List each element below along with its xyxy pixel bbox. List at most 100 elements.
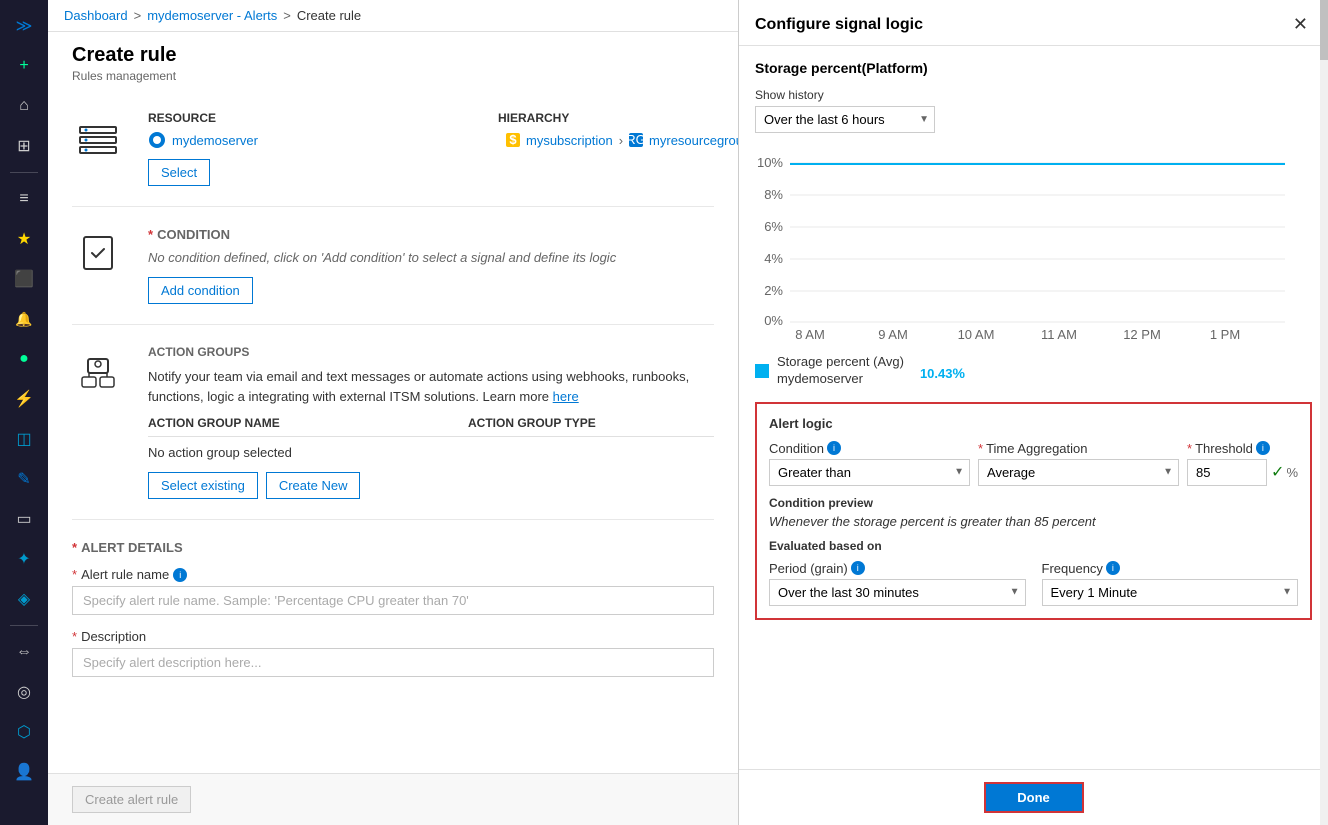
close-signal-panel-button[interactable]: ✕ xyxy=(1289,14,1312,35)
plus-icon[interactable]: + xyxy=(6,48,42,84)
resourcegroup-icon: RG xyxy=(629,133,643,147)
period-select-wrapper: Over the last 30 minutes Over the last 1… xyxy=(769,579,1026,606)
threshold-info-icon[interactable]: i xyxy=(1256,441,1270,455)
breadcrumb-dashboard[interactable]: Dashboard xyxy=(64,8,128,23)
subscription-icon: $ xyxy=(506,133,520,147)
resource-icon-container xyxy=(72,111,124,163)
time-aggregation-select[interactable]: Average Minimum Maximum xyxy=(978,459,1179,486)
alert-description-input[interactable] xyxy=(72,648,714,677)
scrollbar-thumb[interactable] xyxy=(1320,0,1328,60)
alert-description-group: * Description xyxy=(72,629,714,677)
action-icon xyxy=(74,347,122,395)
hier-sep-1: › xyxy=(619,133,623,148)
svg-text:8 AM: 8 AM xyxy=(795,327,825,342)
condition-preview-label: Condition preview xyxy=(769,496,1298,510)
frequency-select[interactable]: Every 1 Minute Every 5 Minutes Every 15 … xyxy=(1042,579,1299,606)
pencil-icon[interactable]: ✎ xyxy=(6,461,42,497)
add-condition-button[interactable]: Add condition xyxy=(148,277,253,304)
action-groups-section: ACTION GROUPS Notify your team via email… xyxy=(72,325,714,520)
svg-text:12 PM: 12 PM xyxy=(1123,327,1161,342)
period-select[interactable]: Over the last 30 minutes Over the last 1… xyxy=(769,579,1026,606)
expand-icon[interactable]: ≫ xyxy=(6,8,42,44)
resource-section: RESOURCE HIERARCHY mydemoserver xyxy=(72,91,714,207)
period-info-icon[interactable]: i xyxy=(851,561,865,575)
legend-text: Storage percent (Avg) mydemoserver xyxy=(777,354,904,388)
page-subtitle: Rules management xyxy=(72,69,714,83)
frequency-label: Frequency i xyxy=(1042,561,1299,576)
apps-icon[interactable]: ⬛ xyxy=(6,261,42,297)
condition-select[interactable]: Greater than Less than Equal to xyxy=(769,459,970,486)
create-alert-rule-button[interactable]: Create alert rule xyxy=(72,786,191,813)
resource-col-header: RESOURCE xyxy=(148,111,498,125)
breadcrumb-alerts[interactable]: mydemoserver - Alerts xyxy=(147,8,277,23)
db-icon[interactable]: ◫ xyxy=(6,421,42,457)
select-existing-button[interactable]: Select existing xyxy=(148,472,258,499)
alert-name-input[interactable] xyxy=(72,586,714,615)
condition-preview-text: Whenever the storage percent is greater … xyxy=(769,514,1298,529)
arrows-icon[interactable]: ⇔ xyxy=(6,634,42,670)
action-title: ACTION GROUPS xyxy=(148,345,714,359)
resource-header: RESOURCE HIERARCHY xyxy=(148,111,738,125)
time-aggregation-field: * Time Aggregation Average Minimum Maxim… xyxy=(978,441,1179,486)
monitor-icon[interactable]: ▭ xyxy=(6,501,42,537)
svg-text:2%: 2% xyxy=(764,283,783,298)
no-action-text: No action group selected xyxy=(148,445,714,460)
scrollbar-track[interactable] xyxy=(1320,0,1328,825)
show-history-select[interactable]: Over the last 6 hours xyxy=(755,106,935,133)
signal-chart: 10% 8% 6% 4% 2% 0% 8 AM xyxy=(755,147,1295,347)
threshold-unit: % xyxy=(1286,465,1298,480)
chart-area: 10% 8% 6% 4% 2% 0% 8 AM xyxy=(755,147,1312,388)
show-history-label: Show history xyxy=(755,88,1312,102)
resource-hierarchy: $ mysubscription › RG myresourcegroup xyxy=(506,133,738,148)
svg-text:10 AM: 10 AM xyxy=(958,327,995,342)
svg-text:6%: 6% xyxy=(764,219,783,234)
time-agg-select-wrapper: Average Minimum Maximum ▼ xyxy=(978,459,1179,486)
action-col-type: ACTION GROUP TYPE xyxy=(468,416,596,430)
period-row: Period (grain) i Over the last 30 minute… xyxy=(769,561,1298,606)
lightning-icon[interactable]: ⚡ xyxy=(6,381,42,417)
signal-panel-title: Configure signal logic xyxy=(755,16,923,34)
threshold-field: * Threshold i ✓ % xyxy=(1187,441,1298,486)
bell-icon[interactable]: 🔔 xyxy=(6,301,42,337)
puzzle-icon[interactable]: ✦ xyxy=(6,541,42,577)
svg-text:10%: 10% xyxy=(757,155,783,170)
learn-more-link[interactable]: here xyxy=(553,389,579,404)
breadcrumb-sep-2: > xyxy=(283,8,291,23)
action-table-header: ACTION GROUP NAME ACTION GROUP TYPE xyxy=(148,416,714,437)
alert-logic-section: Alert logic Condition i Greater than Les… xyxy=(755,402,1312,620)
home-icon[interactable]: ⌂ xyxy=(6,88,42,124)
menu-icon[interactable]: ≡ xyxy=(6,181,42,217)
done-button[interactable]: Done xyxy=(984,782,1084,813)
grid-icon[interactable]: ⊞ xyxy=(6,128,42,164)
threshold-input[interactable] xyxy=(1187,459,1267,486)
signal-name: Storage percent(Platform) xyxy=(755,60,1312,76)
circle-dot-icon[interactable]: ◎ xyxy=(6,674,42,710)
resourcegroup-name: myresourcegroup xyxy=(649,133,738,148)
threshold-check-icon: ✓ xyxy=(1271,462,1284,482)
subscription-name: mysubscription xyxy=(526,133,613,148)
condition-preview: Condition preview Whenever the storage p… xyxy=(769,496,1298,529)
hexagon-icon[interactable]: ⬡ xyxy=(6,714,42,750)
select-resource-button[interactable]: Select xyxy=(148,159,210,186)
page-footer: Create alert rule xyxy=(48,773,738,825)
condition-icon-container xyxy=(72,227,124,279)
condition-icon xyxy=(74,229,122,277)
page-header: Create rule Rules management xyxy=(48,32,738,91)
resource-body: RESOURCE HIERARCHY mydemoserver xyxy=(148,111,738,186)
alert-logic-title: Alert logic xyxy=(769,416,1298,431)
sidebar: ≫ + ⌂ ⊞ ≡ ★ ⬛ 🔔 ● ⚡ ◫ ✎ ▭ ✦ ◈ ⇔ ◎ ⬡ 👤 xyxy=(0,0,48,825)
globe-icon[interactable]: ● xyxy=(6,341,42,377)
svg-text:$: $ xyxy=(509,133,517,147)
condition-info-icon[interactable]: i xyxy=(827,441,841,455)
star-icon[interactable]: ★ xyxy=(6,221,42,257)
layers-icon[interactable]: ◈ xyxy=(6,581,42,617)
create-new-button[interactable]: Create New xyxy=(266,472,361,499)
resource-name-text: mydemoserver xyxy=(172,133,258,148)
breadcrumb: Dashboard > mydemoserver - Alerts > Crea… xyxy=(48,0,738,32)
frequency-info-icon[interactable]: i xyxy=(1106,561,1120,575)
alert-name-info[interactable]: i xyxy=(173,568,187,582)
action-col-name: ACTION GROUP NAME xyxy=(148,416,448,430)
person-icon[interactable]: 👤 xyxy=(6,754,42,790)
condition-body: * CONDITION No condition defined, click … xyxy=(148,227,714,304)
legend-color xyxy=(755,364,769,378)
